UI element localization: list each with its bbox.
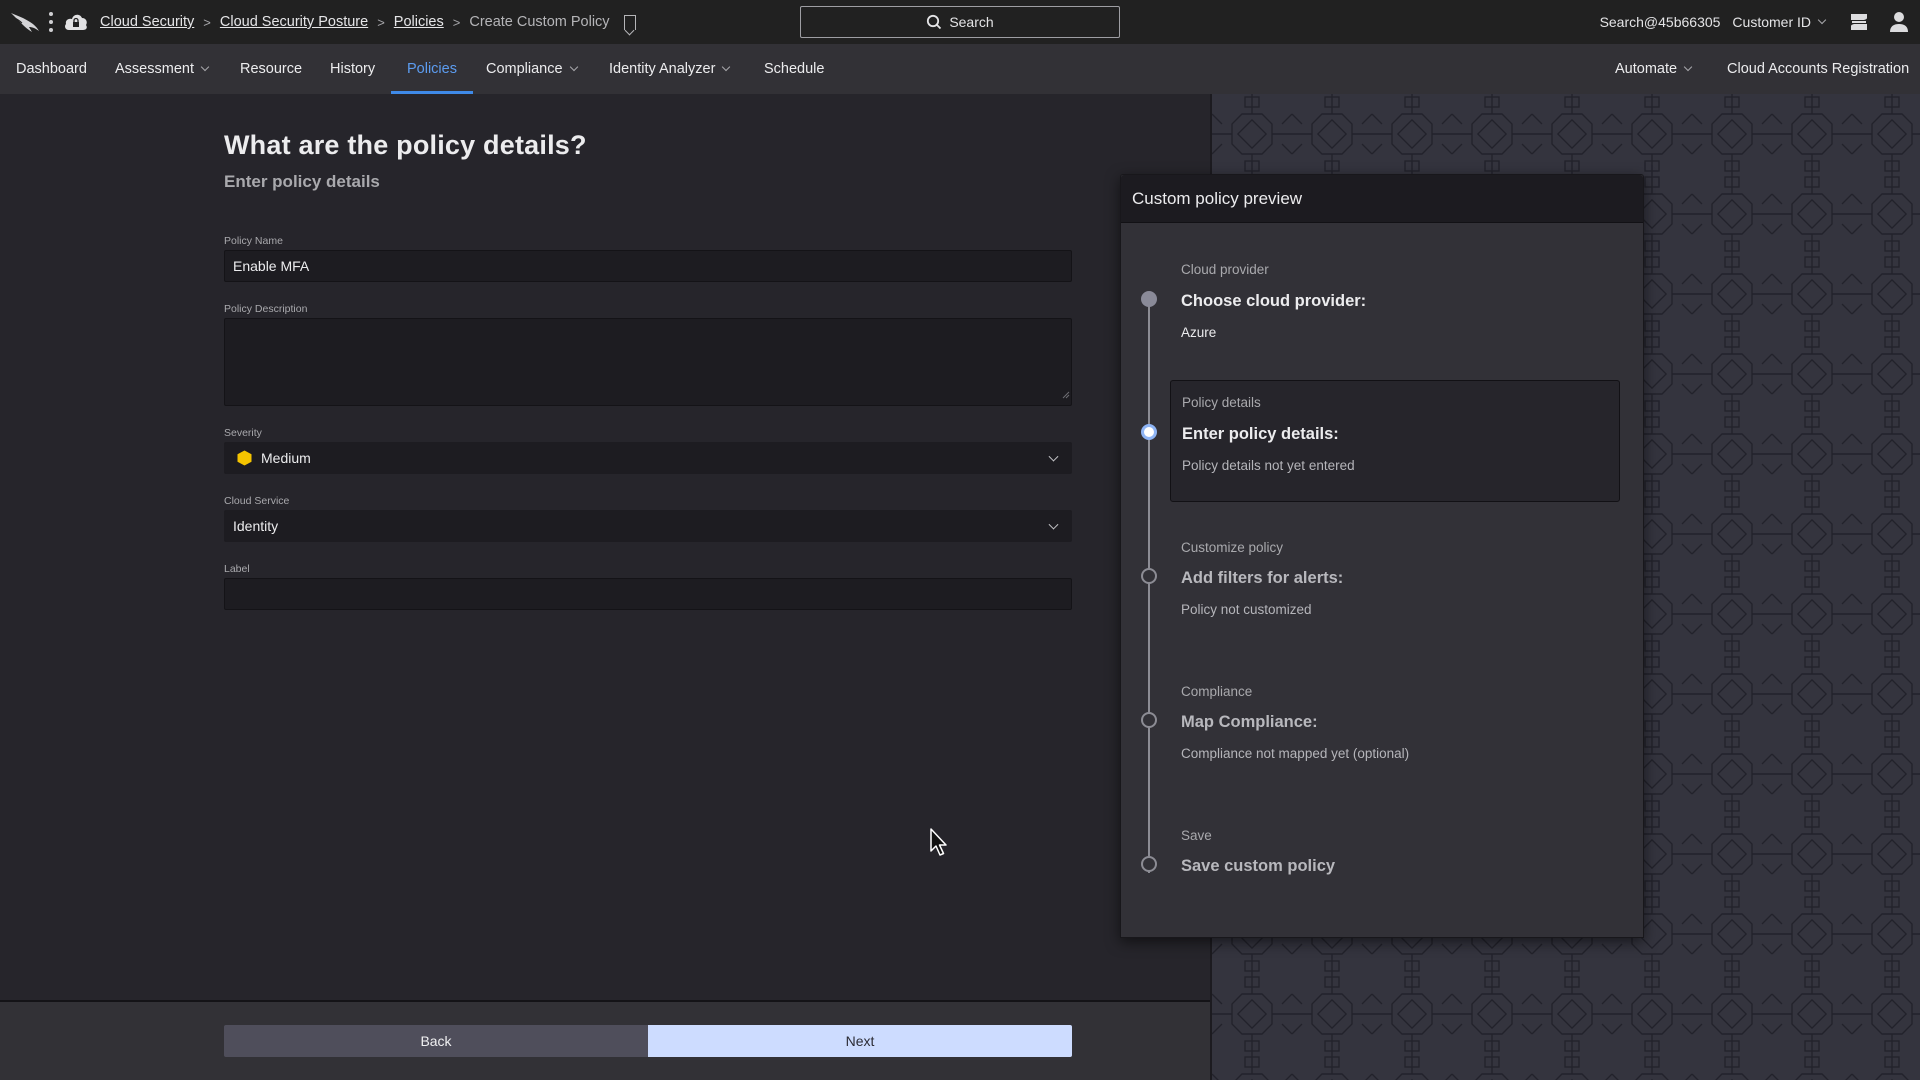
user-profile-icon[interactable] <box>1889 11 1909 33</box>
severity-medium-icon <box>237 450 252 466</box>
nav-compliance[interactable]: Compliance <box>486 44 578 94</box>
mouse-cursor-icon <box>930 828 947 856</box>
chevron-down-icon <box>1048 519 1059 530</box>
account-name: Search@45b66305 <box>1599 14 1721 30</box>
customer-id-dropdown[interactable]: Customer ID <box>1732 14 1827 30</box>
nav-label: Assessment <box>115 61 194 77</box>
cloud-service-select[interactable]: Identity <box>224 510 1072 542</box>
chevron-down-icon <box>1817 15 1827 25</box>
nav-identity-analyzer[interactable]: Identity Analyzer <box>609 44 731 94</box>
top-right-area: Search@45b66305 Customer ID <box>1600 0 1920 44</box>
falcon-logo-icon[interactable] <box>10 10 40 34</box>
nav-label: Policies <box>407 61 457 77</box>
nav-cloud-accounts-registration[interactable]: Cloud Accounts Registration <box>1727 44 1909 94</box>
global-search-button[interactable]: Search <box>800 6 1120 38</box>
bookmark-icon[interactable] <box>623 14 636 30</box>
nav-dashboard[interactable]: Dashboard <box>16 44 87 94</box>
breadcrumb-current-page: Create Custom Policy <box>469 14 610 30</box>
preview-panel-title: Custom policy preview <box>1121 175 1643 223</box>
main-nav: Dashboard Assessment Resource History Po… <box>0 44 1920 94</box>
step-category: Cloud provider <box>1181 262 1269 277</box>
page-title: What are the policy details? <box>224 130 587 160</box>
step-description: Azure <box>1181 325 1217 340</box>
step-description: Policy not customized <box>1181 602 1312 617</box>
breadcrumb-cloud-security-posture[interactable]: Cloud Security Posture <box>220 14 368 30</box>
step-category: Customize policy <box>1181 540 1284 555</box>
chevron-down-icon <box>1048 451 1059 462</box>
cloud-service-value: Identity <box>233 518 279 534</box>
severity-label: Severity <box>224 427 262 439</box>
nav-label: Resource <box>240 61 303 77</box>
breadcrumb-separator-icon: > <box>203 14 211 30</box>
nav-policies[interactable]: Policies <box>391 44 473 94</box>
page-subtitle: Enter policy details <box>224 172 380 191</box>
step-category: Policy details <box>1182 395 1261 410</box>
main-content <box>0 94 1210 1000</box>
nav-resource[interactable]: Resource <box>240 44 302 94</box>
policy-name-label: Policy Name <box>224 235 283 247</box>
step-title: Save custom policy <box>1181 857 1336 875</box>
back-button[interactable]: Back <box>224 1025 648 1057</box>
nav-label: Schedule <box>764 61 825 77</box>
cloud-lock-icon <box>65 14 87 30</box>
chevron-down-icon <box>569 62 578 72</box>
timeline-line <box>1148 301 1150 873</box>
nav-label: Automate <box>1615 61 1678 77</box>
nav-history[interactable]: History <box>330 44 375 94</box>
step-description: Policy details not yet entered <box>1182 458 1355 473</box>
next-button[interactable]: Next <box>648 1025 1072 1057</box>
policy-description-textarea[interactable] <box>224 318 1072 406</box>
label-field-label: Label <box>224 563 250 575</box>
step-description: Compliance not mapped yet (optional) <box>1181 746 1410 761</box>
top-bar: Cloud Security > Cloud Security Posture … <box>0 0 1920 44</box>
severity-value: Medium <box>261 450 311 466</box>
search-icon <box>927 14 942 30</box>
notifications-icon[interactable] <box>1849 12 1869 32</box>
more-menu-icon[interactable] <box>48 12 54 32</box>
chevron-down-icon <box>722 62 731 72</box>
step-category: Compliance <box>1181 684 1253 699</box>
breadcrumb-cloud-security[interactable]: Cloud Security <box>100 14 194 30</box>
nav-label: Compliance <box>486 61 563 77</box>
nav-label: Cloud Accounts Registration <box>1727 61 1910 77</box>
custom-policy-preview-panel: Custom policy preview Cloud provider Cho… <box>1120 174 1644 938</box>
step-pending-icon <box>1141 712 1157 728</box>
nav-label: Dashboard <box>16 61 87 77</box>
policy-description-label: Policy Description <box>224 303 308 315</box>
nav-schedule[interactable]: Schedule <box>764 44 824 94</box>
chevron-down-icon <box>200 62 210 72</box>
step-title: Map Compliance: <box>1181 713 1318 731</box>
chevron-down-icon <box>1683 62 1693 72</box>
nav-automate[interactable]: Automate <box>1615 44 1693 94</box>
nav-label: History <box>330 61 376 77</box>
breadcrumb-separator-icon: > <box>377 14 385 30</box>
breadcrumb: Cloud Security > Cloud Security Posture … <box>100 0 636 44</box>
customer-id-label: Customer ID <box>1732 14 1811 30</box>
policy-name-input[interactable] <box>224 250 1072 282</box>
search-label: Search <box>949 14 994 30</box>
step-category: Save <box>1181 828 1212 843</box>
label-input[interactable] <box>224 578 1072 610</box>
severity-select[interactable]: Medium <box>224 442 1072 474</box>
step-title: Choose cloud provider: <box>1181 292 1367 310</box>
step-title: Add filters for alerts: <box>1181 569 1344 587</box>
step-pending-icon <box>1141 856 1157 872</box>
breadcrumb-policies[interactable]: Policies <box>394 14 444 30</box>
breadcrumb-separator-icon: > <box>452 14 461 30</box>
step-current-icon <box>1141 424 1157 440</box>
step-complete-icon <box>1141 291 1157 307</box>
resize-handle-icon[interactable] <box>1062 391 1070 399</box>
nav-assessment[interactable]: Assessment <box>115 44 210 94</box>
step-title: Enter policy details: <box>1182 425 1339 443</box>
cloud-service-label: Cloud Service <box>224 495 290 507</box>
nav-label: Identity Analyzer <box>609 61 716 77</box>
step-pending-icon <box>1141 568 1157 584</box>
